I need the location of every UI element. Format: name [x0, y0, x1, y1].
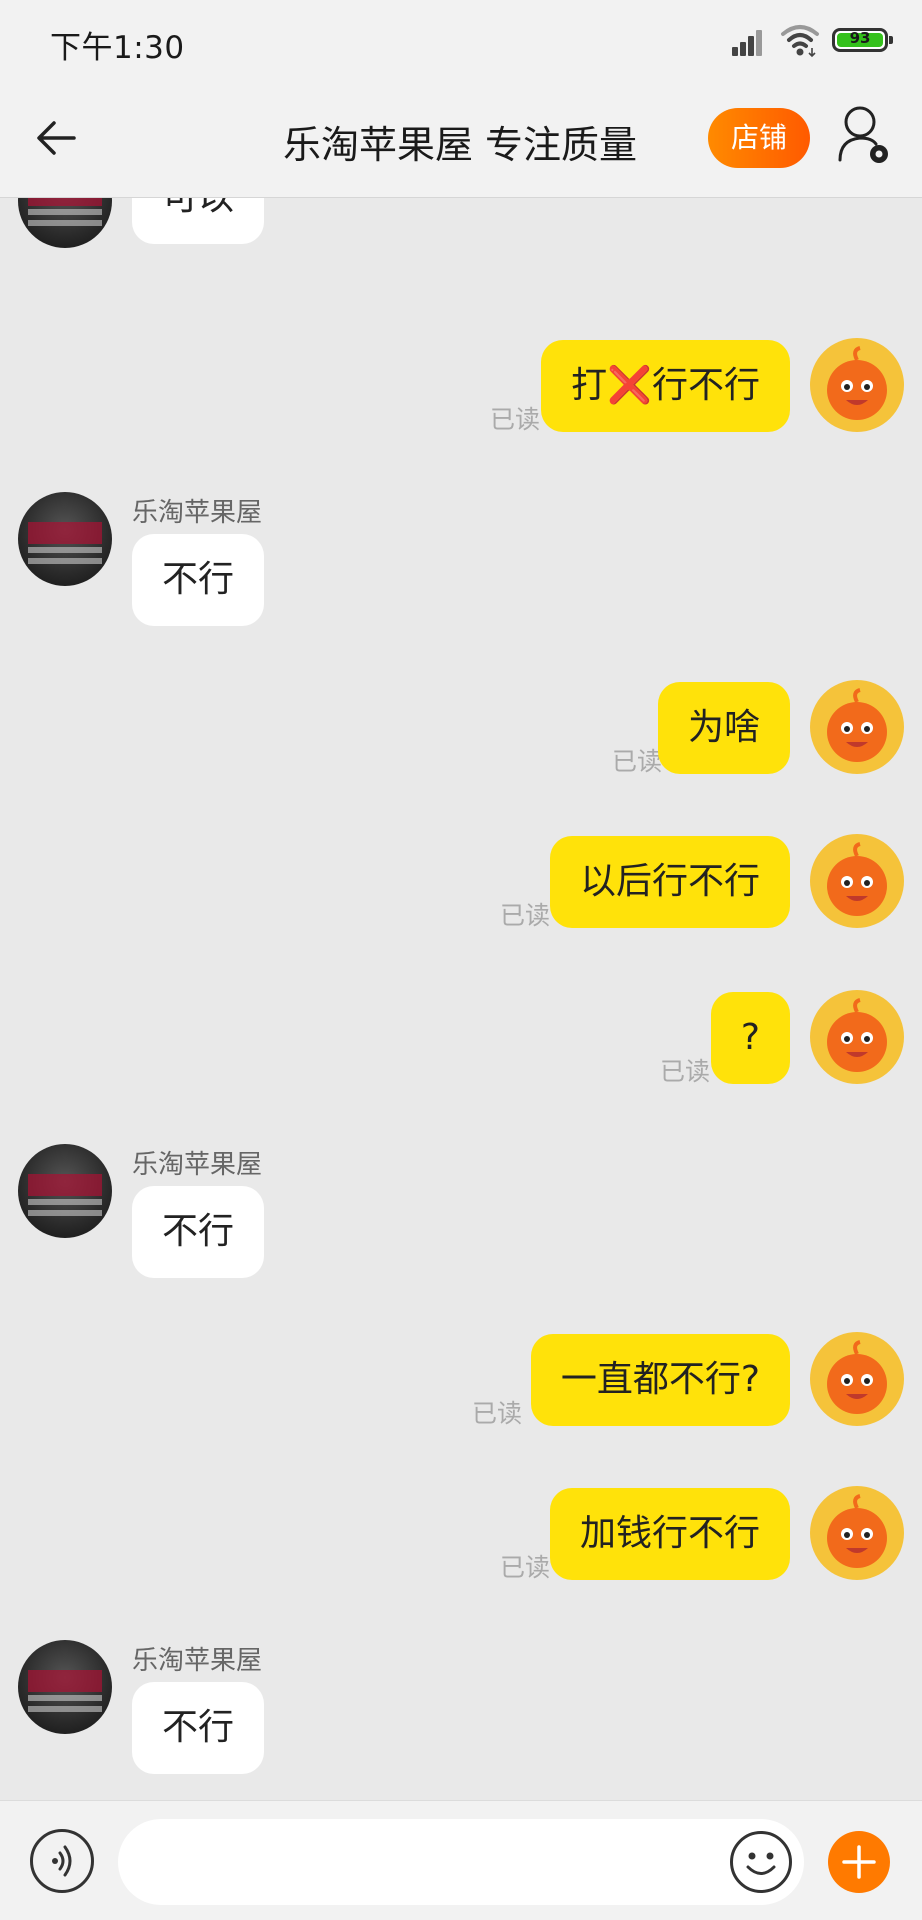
sender-name: 乐淘苹果屋	[132, 1150, 263, 1180]
read-status: 已读	[489, 405, 540, 434]
user-avatar[interactable]	[810, 338, 904, 432]
store-button[interactable]: 店铺	[708, 108, 810, 168]
sender-name: 乐淘苹果屋	[132, 1646, 263, 1676]
status-bar: 下午1:30 93	[0, 0, 922, 82]
plus-icon	[842, 1845, 876, 1879]
chat-message-list[interactable]: 可以 已读 打❌行不行 乐淘苹果屋 不行 已读 为啥 已读 以后行不行 已读 ?…	[0, 198, 922, 1800]
read-status: 已读	[611, 747, 662, 776]
incoming-message-bubble[interactable]: 不行	[132, 1682, 265, 1774]
chat-header: 乐淘苹果屋 专注质量 店铺	[0, 82, 922, 198]
emoji-icon	[746, 1852, 776, 1875]
read-status: 已读	[499, 901, 550, 930]
user-avatar[interactable]	[810, 834, 904, 928]
status-time: 下午1:30	[50, 30, 185, 66]
outgoing-message-bubble[interactable]: 一直都不行?	[530, 1334, 790, 1426]
shop-avatar[interactable]	[18, 1144, 112, 1238]
outgoing-message-bubble[interactable]: 以后行不行	[549, 836, 790, 928]
back-arrow-icon	[37, 121, 76, 155]
incoming-message-bubble[interactable]: 不行	[132, 1186, 265, 1278]
shop-avatar[interactable]	[18, 492, 112, 586]
voice-icon	[52, 1845, 72, 1877]
battery-level: 93	[849, 29, 871, 47]
user-settings-icon	[838, 106, 888, 163]
read-status: 已读	[659, 1057, 710, 1086]
message-input[interactable]	[118, 1819, 804, 1905]
outgoing-message-bubble[interactable]: 打❌行不行	[541, 340, 790, 432]
read-status: 已读	[499, 1553, 550, 1582]
read-status: 已读	[471, 1399, 522, 1428]
page-title: 乐淘苹果屋 专注质量	[282, 123, 638, 167]
back-button[interactable]	[30, 108, 90, 168]
outgoing-message-bubble[interactable]: 加钱行不行	[549, 1488, 790, 1580]
incoming-message-bubble[interactable]: 可以	[132, 198, 265, 244]
emoji-button[interactable]	[730, 1831, 792, 1893]
user-avatar[interactable]	[810, 1486, 904, 1580]
message-input-bar	[0, 1800, 922, 1920]
user-avatar[interactable]	[810, 1332, 904, 1426]
profile-settings-button[interactable]	[836, 104, 892, 166]
voice-button[interactable]	[30, 1829, 94, 1893]
signal-icon	[732, 26, 770, 56]
more-options-button[interactable]	[828, 1831, 890, 1893]
user-avatar[interactable]	[810, 990, 904, 1084]
outgoing-message-bubble[interactable]: 为啥	[657, 682, 790, 774]
shop-avatar[interactable]	[18, 198, 112, 248]
incoming-message-bubble[interactable]: 不行	[132, 534, 265, 626]
user-avatar[interactable]	[810, 680, 904, 774]
wifi-icon	[780, 22, 820, 58]
sender-name: 乐淘苹果屋	[132, 498, 263, 528]
outgoing-message-bubble[interactable]: ?	[710, 992, 790, 1084]
shop-avatar[interactable]	[18, 1640, 112, 1734]
battery-icon: 93	[832, 28, 893, 52]
